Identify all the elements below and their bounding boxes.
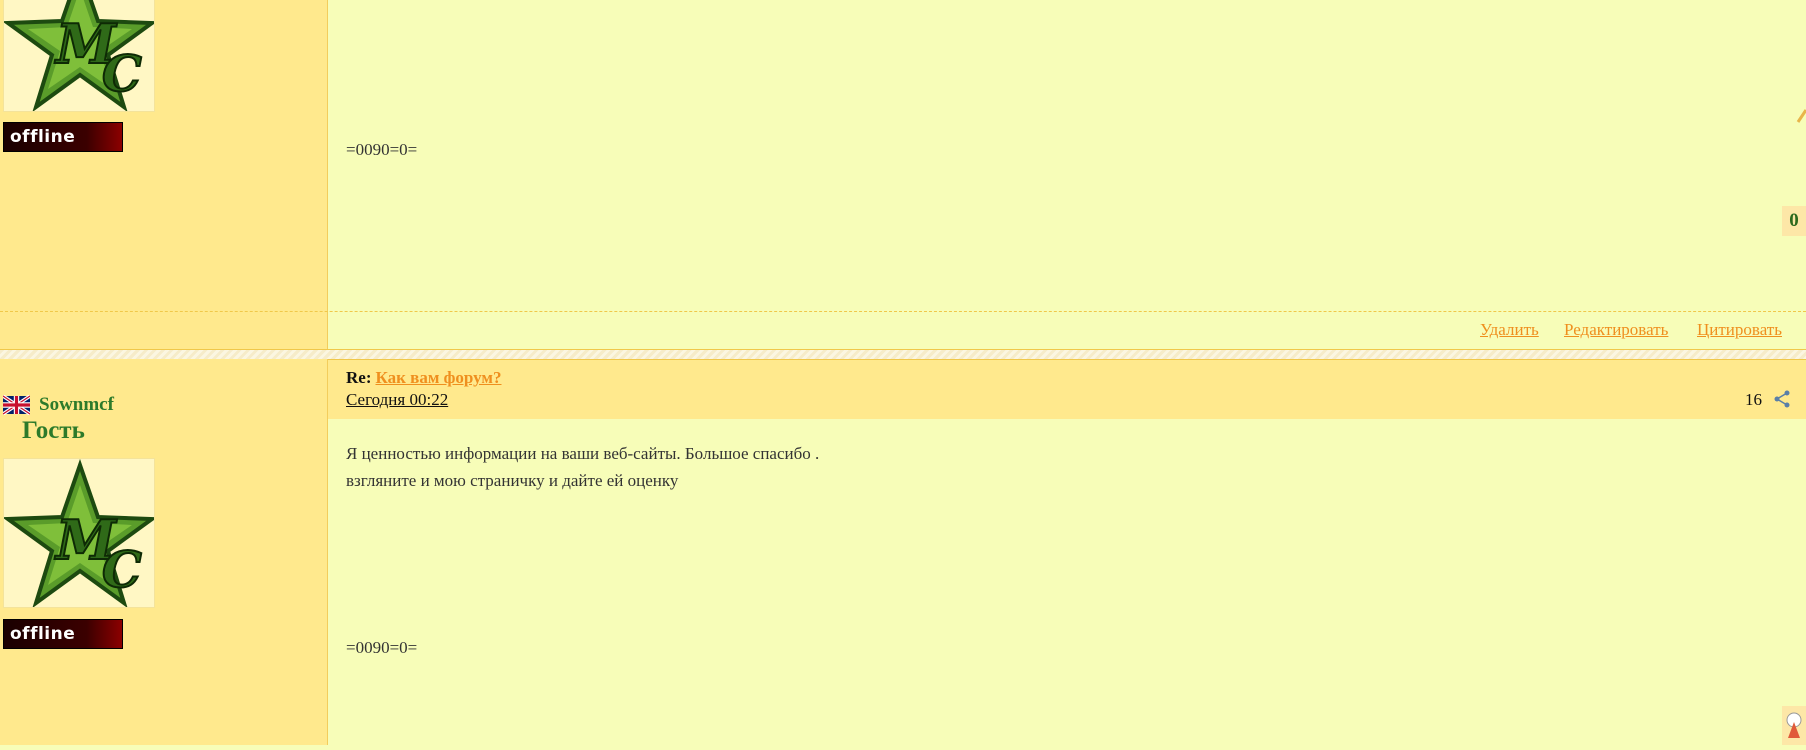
- post1-rating-badge[interactable]: 0: [1782, 206, 1806, 236]
- delete-post-link[interactable]: Удалить: [1480, 320, 1539, 340]
- re-label: Re:: [346, 368, 372, 387]
- post-number[interactable]: 16: [1745, 390, 1762, 410]
- arrow-figure-icon: [1786, 712, 1802, 738]
- post2-author-panel: Sownmcf Гость M C offline: [0, 359, 328, 745]
- topic-title-link[interactable]: Как вам форум?: [375, 368, 501, 387]
- offline-status-badge: offline: [3, 122, 123, 152]
- svg-text:C: C: [102, 540, 142, 599]
- status-badge-text: offline: [10, 127, 76, 147]
- quote-post-link[interactable]: Цитировать: [1697, 320, 1782, 340]
- username-link[interactable]: Sownmcf: [39, 394, 114, 416]
- scroll-up-widget[interactable]: [1782, 706, 1806, 745]
- post-body-line: Я ценностью информации на ваши веб-сайты…: [346, 444, 820, 463]
- uk-flag-icon: [3, 395, 30, 415]
- star-logo-icon: M C: [4, 0, 154, 111]
- user-rank: Гость: [22, 417, 85, 444]
- post-body-line: взгляните и мою страничку и дайте ей оце…: [346, 471, 679, 490]
- post-date-link[interactable]: Сегодня 00:22: [346, 390, 448, 410]
- offline-status-badge: offline: [3, 619, 123, 649]
- decor-corner-icon: [1796, 109, 1806, 123]
- user-avatar[interactable]: M C: [3, 458, 155, 608]
- star-logo-icon: M C: [4, 459, 154, 607]
- post-title-line: Re: Как вам форум?: [346, 368, 502, 388]
- user-avatar[interactable]: M C: [3, 0, 155, 112]
- share-icon[interactable]: [1773, 390, 1791, 408]
- post2-signature: =0090=0=: [346, 638, 418, 657]
- status-badge-text: offline: [10, 624, 76, 644]
- post1-body-text: =0090=0=: [346, 140, 418, 159]
- post2-body: Я ценностью информации на ваши веб-сайты…: [346, 440, 819, 494]
- svg-text:C: C: [102, 44, 142, 103]
- post1-author-panel: M C offline: [0, 0, 328, 349]
- edit-post-link[interactable]: Редактировать: [1564, 320, 1668, 340]
- post2-header: Re: Как вам форум? Сегодня 00:22 16: [328, 360, 1806, 419]
